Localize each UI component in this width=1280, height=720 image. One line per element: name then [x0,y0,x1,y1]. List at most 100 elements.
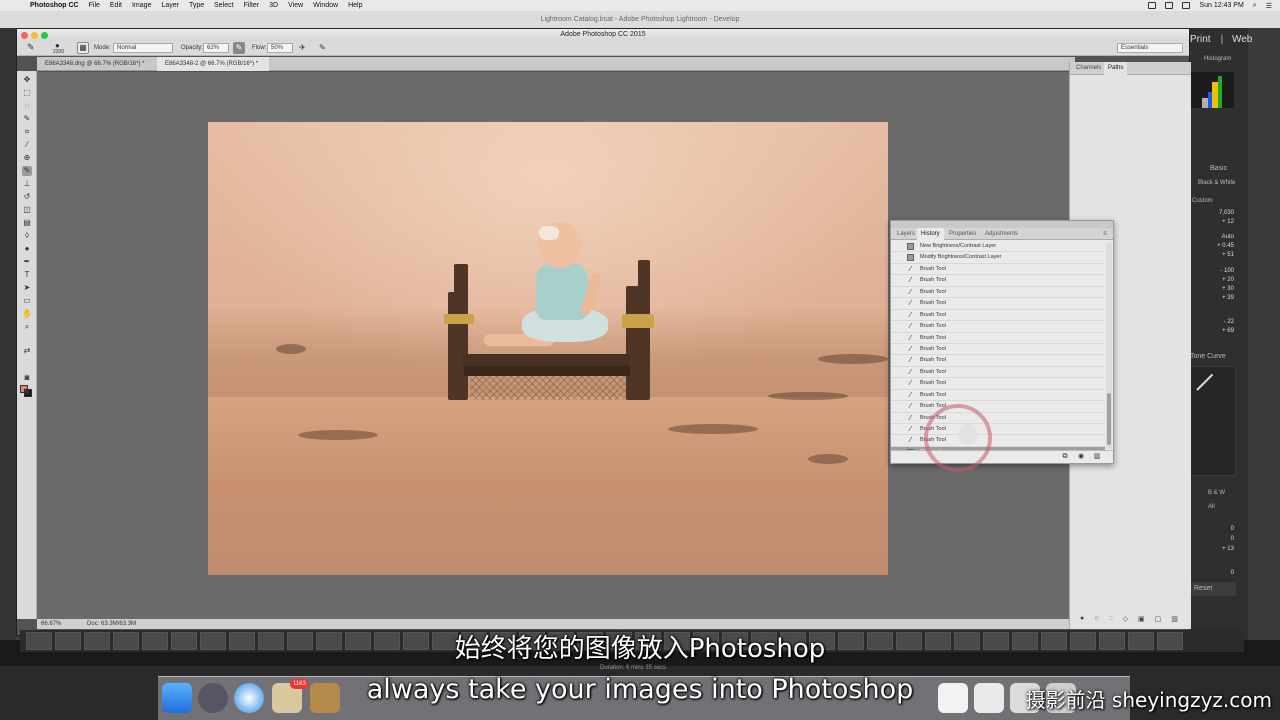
basic-panel-label[interactable]: Basic [1210,165,1227,172]
pressure-opacity-icon[interactable]: ✎ [233,42,245,54]
fill-path-icon[interactable]: ● [1080,615,1084,625]
clone-stamp-tool-icon[interactable]: ⊥ [22,179,32,189]
load-selection-icon[interactable]: ◌ [1108,615,1112,625]
tab-paths[interactable]: Paths [1104,62,1128,75]
reset-button[interactable]: Reset [1190,582,1236,596]
battery-icon[interactable] [1182,2,1191,9]
history-state[interactable]: ⁄ Brush Tool [891,333,1105,344]
tone-curve-label[interactable]: Tone Curve [1190,353,1226,360]
healing-tool-icon[interactable]: ⊕ [22,153,32,163]
menu-image[interactable]: Image [132,2,151,9]
menu-filter[interactable]: Filter [244,2,260,9]
screen-mode-icon[interactable]: ▣ [22,387,32,397]
menu-window[interactable]: Window [313,2,338,9]
module-web[interactable]: Web [1232,34,1252,45]
history-state[interactable]: ⁄ Brush Tool [891,298,1105,310]
snapshot-camera-icon[interactable]: ◉ [1077,453,1085,461]
bw-all-tab[interactable]: All [1208,504,1215,510]
shape-tool-icon[interactable]: ▭ [22,296,32,306]
history-scroll-thumb[interactable] [1107,393,1111,445]
opacity-field[interactable]: 62% [203,43,229,53]
menubar-clock[interactable]: Sun 12:43 PM [1199,2,1243,9]
auto-button[interactable]: Auto [1222,234,1234,240]
stroke-path-icon[interactable]: ○ [1094,615,1098,625]
spotlight-icon[interactable]: ⌕ [1253,2,1257,10]
history-state[interactable]: New Brightness/Contrast Layer [891,241,1105,253]
bw-panel-label[interactable]: B & W [1208,490,1225,496]
dodge-tool-icon[interactable]: ● [22,244,32,254]
lasso-tool-icon[interactable]: ◌ [22,101,32,111]
move-tool-icon[interactable]: ✥ [22,75,32,85]
history-scrollbar[interactable] [1106,243,1112,449]
doc-tab-2[interactable]: E86A3348-2 @ 66.7% (RGB/16*) * [157,57,269,71]
menu-select[interactable]: Select [214,2,233,9]
notification-center-icon[interactable]: ☰ [1266,2,1272,10]
history-state[interactable]: ⁄ Brush Tool [891,378,1105,390]
mode-select[interactable]: Normal [113,43,173,53]
app-menu[interactable]: Photoshop CC [30,2,79,9]
add-mask-icon[interactable]: ▣ [1138,615,1145,625]
history-brush-tool-icon[interactable]: ↺ [22,192,32,202]
tab-layers[interactable]: Layers [893,228,919,240]
minimize-window-icon[interactable] [31,32,38,39]
menu-layer[interactable]: Layer [161,2,179,9]
menu-help[interactable]: Help [348,2,362,9]
wb-preset[interactable]: Custom [1192,198,1213,204]
wifi-icon[interactable] [1148,2,1157,9]
treatment-bw[interactable]: Black & White [1198,180,1235,186]
quick-select-tool-icon[interactable]: ✎ [22,114,32,124]
brush-panel-icon[interactable]: ▦ [77,42,89,54]
gradient-tool-icon[interactable]: ▤ [22,218,32,228]
tab-history[interactable]: History [917,228,944,240]
history-state[interactable]: ⁄ Brush Tool [891,413,1105,424]
tab-adjustments[interactable]: Adjustments [981,228,1022,240]
close-window-icon[interactable] [21,32,28,39]
zoom-window-icon[interactable] [41,32,48,39]
eyedropper-tool-icon[interactable]: ⁄ [22,140,32,150]
menu-view[interactable]: View [288,2,303,9]
history-state[interactable]: ⁄ Brush Tool [891,344,1105,356]
panel-drag-bar[interactable] [891,221,1113,228]
zoom-tool-icon[interactable]: ⌕ [22,322,32,332]
history-state[interactable]: ⁄ Brush Tool [891,321,1105,333]
history-state[interactable]: ⁄ Brush Tool [891,287,1105,299]
history-state[interactable]: Modify Brightness/Contrast Layer [891,252,1105,264]
hand-tool-icon[interactable]: ✋ [22,309,32,319]
menu-3d[interactable]: 3D [269,2,278,9]
quick-mask-icon[interactable]: ◙ [22,373,32,383]
history-state[interactable]: ⁄ Brush Tool [891,401,1105,413]
airbrush-icon[interactable]: ✈ [299,43,306,52]
menu-type[interactable]: Type [189,2,204,9]
marquee-tool-icon[interactable]: ⬚ [22,88,32,98]
volume-icon[interactable] [1165,2,1174,9]
history-state[interactable]: ⁄ Brush Tool [891,424,1105,436]
module-print[interactable]: Print [1190,34,1211,45]
zoom-level[interactable]: 66.67% [41,621,61,627]
doc-size[interactable]: Doc: 63.3M/63.3M [87,621,136,627]
history-state[interactable]: ⁄ Brush Tool [891,355,1105,367]
history-state[interactable]: ⁄ Brush Tool [891,367,1105,379]
history-state[interactable]: ⁄ Brush Tool [891,310,1105,322]
pen-tool-icon[interactable]: ✒ [22,257,32,267]
doc-tab-1[interactable]: E86A3348.dng @ 66.7% (RGB/16*) * [37,57,155,71]
menu-file[interactable]: File [89,2,100,9]
pressure-size-icon[interactable]: ✎ [319,43,326,52]
tone-curve-graph[interactable] [1190,366,1236,476]
flow-field[interactable]: 50% [267,43,293,53]
make-path-icon[interactable]: ◇ [1123,615,1128,625]
workspace-select[interactable]: Essentials [1117,43,1183,53]
brush-tool-icon[interactable]: ✎ [22,166,32,176]
blur-tool-icon[interactable]: ◊ [22,231,32,241]
panel-menu-icon[interactable]: ≡ [1099,228,1111,240]
history-state[interactable]: ⁄ Brush Tool [891,390,1105,402]
history-state[interactable]: ⁄ Brush Tool [891,275,1105,287]
type-tool-icon[interactable]: T [22,270,32,280]
tab-properties[interactable]: Properties [945,228,980,240]
delete-path-icon[interactable]: ▥ [1171,615,1178,625]
path-select-tool-icon[interactable]: ➤ [22,283,32,293]
histogram-label[interactable]: Histogram [1204,56,1231,62]
new-document-from-state-icon[interactable]: ⧉ [1061,453,1069,461]
tab-channels[interactable]: Channels [1072,62,1105,75]
menu-edit[interactable]: Edit [110,2,122,9]
brush-preset-icon[interactable]: ✎ [27,42,35,53]
